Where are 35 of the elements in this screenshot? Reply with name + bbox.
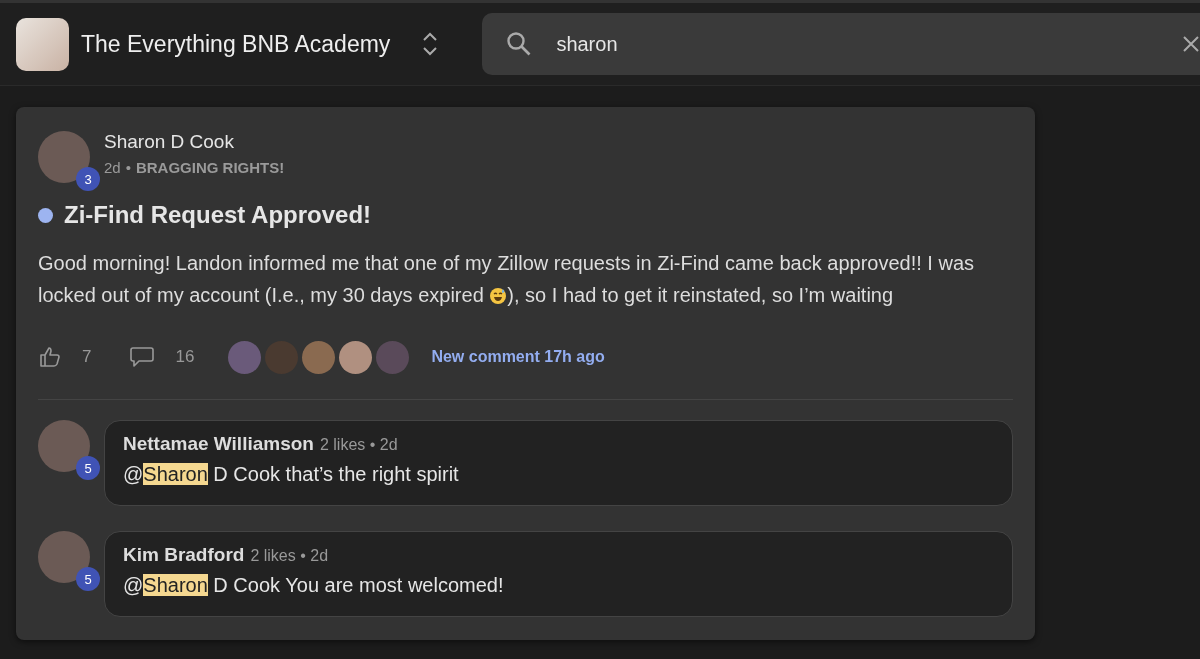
post-age: 2d (104, 159, 121, 176)
community-name[interactable]: The Everything BNB Academy (81, 30, 391, 58)
commenter-avatar (265, 340, 299, 374)
commenter-avatar (339, 340, 373, 374)
comment-text: @Sharon D Cook You are most welcomed! (123, 574, 505, 597)
comment-count: 16 (175, 347, 195, 367)
search-field[interactable]: sharon (482, 13, 1200, 75)
commenter-avatar (376, 340, 410, 374)
search-icon (506, 31, 533, 57)
level-badge: 5 (76, 567, 100, 591)
separator-dot: • (125, 159, 131, 176)
comment-author[interactable]: Kim Bradford (123, 544, 245, 566)
avatar (38, 131, 90, 183)
comment-meta: 2 likes • 2d (250, 547, 329, 565)
close-icon[interactable] (1182, 35, 1200, 53)
level-badge: 5 (76, 456, 100, 480)
like-count: 7 (82, 347, 92, 367)
author-name[interactable]: Sharon D Cook (104, 131, 285, 153)
new-comment-link[interactable]: New comment 17h ago (431, 348, 605, 366)
avatar (38, 531, 90, 583)
comment-text: @Sharon D Cook that’s the right spirit (123, 463, 460, 486)
avatar (38, 420, 90, 472)
comment-author[interactable]: Nettamae Williamson (123, 433, 314, 455)
chevron-up-down-icon[interactable] (422, 31, 439, 57)
post-category[interactable]: BRAGGING RIGHTS! (135, 159, 285, 176)
comment-icon[interactable] (129, 346, 156, 368)
thumbs-up-icon[interactable] (38, 345, 62, 369)
post-body: Good morning! Landon informed me that one of my Zillow requests in Zi-Find came back approved!! I was locked out of my account (I.e., my 30 days expired ), so I had to get it reinstated, so I’m waiting (38, 251, 975, 308)
commenter-avatar (302, 340, 336, 374)
community-logo[interactable] (16, 17, 69, 71)
comment-meta: 2 likes • 2d (319, 436, 398, 454)
sweat-smile-emoji-icon (489, 287, 508, 305)
commenter-avatar (228, 340, 262, 374)
level-badge: 3 (76, 167, 100, 191)
post-title[interactable]: Zi-Find Request Approved! (64, 201, 372, 229)
